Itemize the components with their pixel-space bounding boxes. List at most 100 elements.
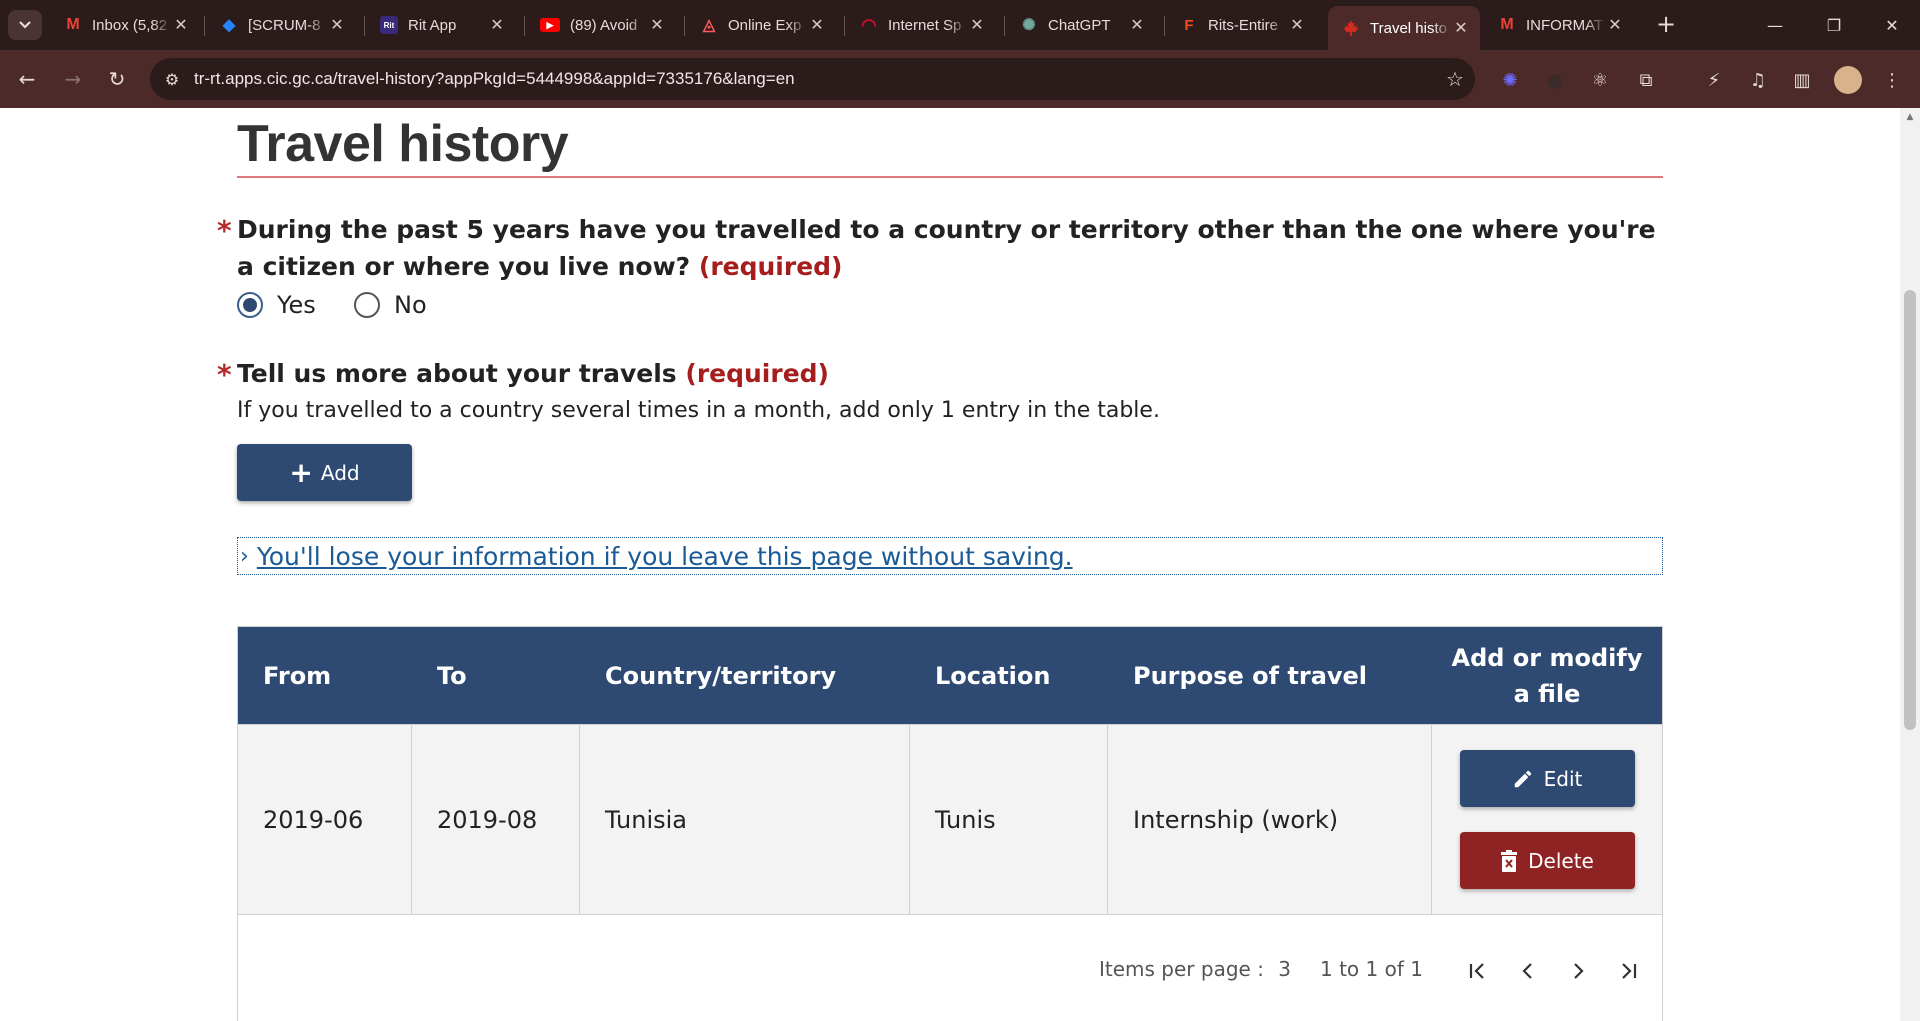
tab-search-button[interactable] [8, 10, 42, 40]
add-travel-button[interactable]: + Add [237, 444, 412, 501]
required-asterisk: * [217, 358, 232, 391]
cell-from: 2019-06 [238, 725, 412, 914]
restore-button[interactable]: ❐ [1806, 0, 1862, 50]
tab-travel-history[interactable]: Travel histo ✕ [1328, 6, 1480, 50]
minimize-icon: — [1767, 15, 1783, 35]
chevron-left-icon [1522, 963, 1532, 979]
close-icon[interactable]: ✕ [172, 15, 190, 35]
site-settings-icon[interactable]: ⚙ [150, 70, 194, 89]
scroll-thumb[interactable] [1904, 290, 1916, 730]
tab-speedtest[interactable]: ◠ Internet Sp ✕ [846, 6, 996, 44]
table-pagination: Items per page : 3 1 to 1 of 1 [238, 914, 1662, 1021]
cell-purpose: Internship (work) [1108, 725, 1432, 914]
page-viewport: Travel history * During the past 5 years… [0, 108, 1900, 1021]
side-panel-icon[interactable]: ▥ [1788, 66, 1816, 94]
kebab-menu-icon[interactable]: ⋮ [1878, 66, 1906, 94]
radio-yes[interactable]: Yes [237, 291, 316, 319]
cell-actions: Edit Delete [1432, 725, 1662, 914]
close-icon[interactable]: ✕ [968, 15, 986, 35]
close-icon[interactable]: ✕ [808, 15, 826, 35]
tab-jira[interactable]: ◆ [SCRUM-8 ✕ [206, 6, 356, 44]
cell-to: 2019-08 [412, 725, 580, 914]
column-header-actions: Add or modify a file [1451, 643, 1643, 708]
reload-button[interactable]: ↻ [102, 64, 132, 94]
youtube-icon: ▶ [540, 18, 560, 32]
unsaved-warning-link[interactable]: You'll lose your information if you leav… [257, 542, 1073, 571]
column-header-location: Location [935, 661, 1051, 690]
required-marker: (required) [698, 252, 843, 281]
next-page-button[interactable] [1558, 951, 1598, 991]
url-text[interactable]: tr-rt.apps.cic.gc.ca/travel-history?appP… [194, 69, 1435, 89]
reload-icon: ↻ [108, 67, 126, 91]
minimize-button[interactable]: — [1747, 0, 1803, 50]
tab-youtube[interactable]: ▶ (89) Avoid ✕ [526, 6, 676, 44]
puzzle-extensions-icon[interactable]: ⧉ [1632, 66, 1660, 94]
radio-no[interactable]: No [354, 291, 427, 319]
column-header-purpose: Purpose of travel [1133, 661, 1368, 690]
close-icon[interactable]: ✕ [488, 15, 506, 35]
delete-button[interactable]: Delete [1459, 832, 1635, 889]
media-control-icon[interactable]: ♫ [1744, 66, 1772, 94]
scroll-up-icon[interactable]: ▲ [1904, 112, 1916, 122]
gmail-icon: M [1500, 16, 1514, 33]
tab-strip: M Inbox (5,82 ✕ ◆ [SCRUM-8 ✕ Rit Rit App… [0, 0, 1920, 50]
extension-icon[interactable]: ● [1541, 66, 1569, 94]
tab-gmail-inbox[interactable]: M Inbox (5,82 ✕ [50, 6, 200, 44]
restore-icon: ❐ [1826, 15, 1842, 35]
page-scrollbar[interactable]: ▲ [1900, 108, 1920, 1021]
chevron-right-icon: › [240, 543, 249, 569]
tab-airbnb[interactable]: ◬ Online Exp ✕ [686, 6, 836, 44]
close-window-button[interactable]: ✕ [1864, 0, 1920, 50]
performance-icon[interactable]: ⚡ [1700, 66, 1728, 94]
tab-gmail-informat[interactable]: M INFORMAT ✕ [1484, 6, 1634, 44]
chevron-right-icon [1574, 963, 1584, 979]
avatar[interactable] [1834, 66, 1862, 94]
column-header-country: Country/territory [605, 661, 837, 690]
close-icon[interactable]: ✕ [1288, 15, 1306, 35]
new-tab-button[interactable]: + [1650, 8, 1682, 40]
title-divider [237, 176, 1663, 178]
close-icon[interactable]: ✕ [1452, 18, 1470, 38]
trash-icon [1500, 849, 1518, 872]
speedtest-icon: ◠ [861, 14, 877, 35]
gmail-icon: M [66, 16, 80, 33]
page-title: Travel history [237, 115, 569, 173]
close-icon: ✕ [1885, 15, 1899, 35]
radio-unchecked-icon[interactable] [354, 292, 380, 318]
extension-icon[interactable]: ✺ [1496, 66, 1524, 94]
table-row: 2019-06 2019-08 Tunisia Tunis Internship… [238, 724, 1662, 914]
close-icon[interactable]: ✕ [1606, 15, 1624, 35]
cell-location: Tunis [910, 725, 1108, 914]
close-icon[interactable]: ✕ [648, 15, 666, 35]
page-range: 1 to 1 of 1 [1320, 957, 1423, 981]
tab-figma[interactable]: F Rits-Entire ✕ [1166, 6, 1316, 44]
last-page-button[interactable] [1608, 951, 1648, 991]
cell-country: Tunisia [580, 725, 910, 914]
address-bar[interactable]: ⚙ tr-rt.apps.cic.gc.ca/travel-history?ap… [150, 58, 1475, 100]
forward-button[interactable]: → [58, 64, 88, 94]
bookmark-star-icon[interactable]: ☆ [1435, 67, 1475, 91]
travel-history-table: From To Country/territory Location Purpo… [237, 626, 1663, 1021]
arrow-left-icon: ← [18, 67, 36, 91]
tab-chatgpt[interactable]: ✺ ChatGPT ✕ [1006, 6, 1156, 44]
radio-checked-icon[interactable] [237, 292, 263, 318]
tab-rit-app[interactable]: Rit Rit App ✕ [366, 6, 516, 44]
question-travels-label: Tell us more about your travels (require… [237, 359, 829, 388]
close-icon[interactable]: ✕ [1128, 15, 1146, 35]
close-icon[interactable]: ✕ [328, 15, 346, 35]
question-travelled-label: During the past 5 years have you travell… [237, 215, 1656, 281]
edit-button[interactable]: Edit [1459, 750, 1635, 807]
column-header-from: From [263, 661, 332, 690]
required-asterisk: * [217, 214, 232, 247]
plus-icon: + [1655, 10, 1677, 38]
table-header: From To Country/territory Location Purpo… [238, 627, 1662, 724]
items-per-page[interactable]: Items per page : 3 [1099, 957, 1291, 981]
unsaved-warning-details[interactable]: › You'll lose your information if you le… [237, 537, 1663, 575]
required-marker: (required) [685, 359, 829, 388]
travels-help-text: If you travelled to a country several ti… [237, 398, 1160, 423]
back-button[interactable]: ← [12, 64, 42, 94]
react-devtools-icon[interactable]: ⚛ [1586, 66, 1614, 94]
column-header-to: To [437, 661, 467, 690]
first-page-button[interactable] [1458, 951, 1498, 991]
previous-page-button[interactable] [1508, 951, 1548, 991]
